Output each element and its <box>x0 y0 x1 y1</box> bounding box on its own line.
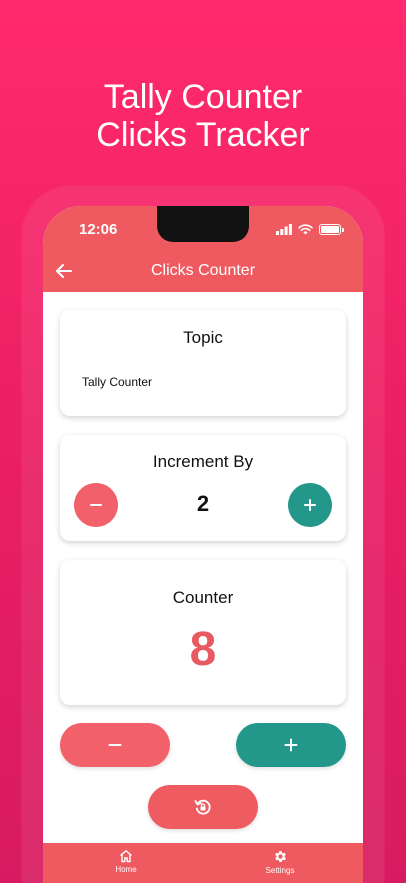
counter-card: Counter 8 <box>60 560 346 705</box>
minus-icon <box>108 744 122 746</box>
phone-notch <box>157 206 249 242</box>
status-icons <box>276 222 344 236</box>
nav-item-settings[interactable]: Settings <box>240 849 320 875</box>
nav-label-home: Home <box>115 865 137 874</box>
topic-input[interactable] <box>82 372 322 392</box>
promo-headline: Tally Counter Clicks Tracker <box>0 78 406 154</box>
gear-icon <box>274 851 286 862</box>
increment-title: Increment By <box>152 452 254 471</box>
promo-line-1: Tally Counter <box>103 78 303 116</box>
status-time: 12:06 <box>79 221 118 238</box>
reset-button[interactable] <box>148 785 258 829</box>
increment-button[interactable] <box>236 723 346 767</box>
counter-value: 8 <box>189 623 217 676</box>
nav-item-home[interactable]: Home <box>86 849 166 874</box>
bottom-navigation: Home Settings <box>43 843 363 883</box>
decrement-button[interactable] <box>60 723 170 767</box>
signal-icon <box>276 223 292 235</box>
reset-icon <box>194 799 211 815</box>
promo-line-2: Clicks Tracker <box>96 116 310 154</box>
app-header: 12:06 Clicks Counter <box>43 206 363 292</box>
nav-label-settings: Settings <box>265 866 295 875</box>
plus-icon <box>304 499 316 511</box>
wifi-icon <box>298 223 313 234</box>
topic-card: Topic <box>60 310 346 416</box>
home-icon <box>120 850 132 863</box>
phone-screen: 12:06 Clicks Counter Topic Increment By <box>43 206 363 883</box>
counter-title: Counter <box>172 588 234 607</box>
increment-plus-button[interactable] <box>288 483 332 527</box>
topic-title: Topic <box>183 328 223 347</box>
battery-icon <box>319 223 344 235</box>
plus-icon <box>284 738 298 752</box>
app-title: Clicks Counter <box>150 262 256 279</box>
increment-card: Increment By 2 <box>60 435 346 541</box>
